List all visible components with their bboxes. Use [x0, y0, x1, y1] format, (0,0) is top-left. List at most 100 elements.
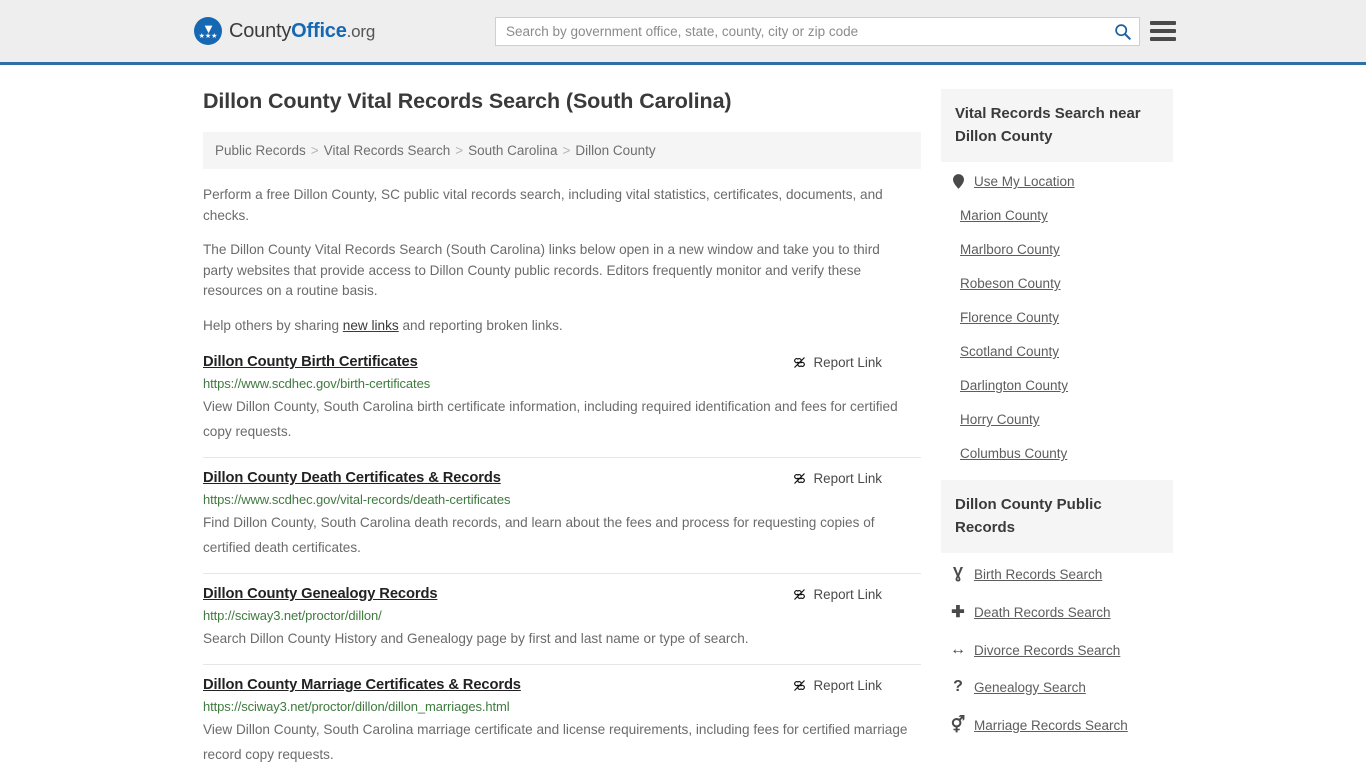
- result-header: Dillon County Death Certificates & Recor…: [203, 470, 921, 486]
- sidebar-public-records-link[interactable]: Death Records Search: [974, 605, 1111, 620]
- search-icon: [1114, 24, 1131, 40]
- sidebar-public-records-item[interactable]: ? Genealogy Search: [941, 678, 1173, 696]
- map-pin-icon: [951, 174, 965, 189]
- result-url: https://www.scdhec.gov/birth-certificate…: [203, 376, 431, 391]
- result-header: Dillon County Marriage Certificates & Re…: [203, 677, 921, 693]
- sidebar-public-records-link[interactable]: Marriage Records Search: [974, 718, 1128, 733]
- sidebar-nearby-link[interactable]: Robeson County: [960, 276, 1061, 291]
- sidebar-nearby-item[interactable]: Marion County: [941, 208, 1173, 223]
- brand-part-office: Office: [291, 19, 347, 42]
- broken-link-icon: [793, 589, 805, 600]
- sidebar-public-records-item[interactable]: ↔ Divorce Records Search: [941, 641, 1173, 659]
- page-title: Dillon County Vital Records Search (Sout…: [203, 89, 732, 113]
- broken-link-icon: [793, 680, 805, 691]
- sidebar-public-records-link[interactable]: Divorce Records Search: [974, 643, 1120, 658]
- sidebar-public-records-item[interactable]: ✚ Death Records Search: [941, 602, 1173, 622]
- sidebar-nearby-link[interactable]: Horry County: [960, 412, 1040, 427]
- sidebar-nearby-link[interactable]: Florence County: [960, 310, 1059, 325]
- sidebar-nearby-list: Use My Location Marion County Marlboro Cou…: [941, 162, 1173, 461]
- result-title-link[interactable]: Dillon County Death Certificates & Recor…: [203, 470, 501, 486]
- sidebar-nearby-link[interactable]: Darlington County: [960, 378, 1068, 393]
- sidebar-nearby-item[interactable]: Florence County: [941, 310, 1173, 325]
- sidebar: Vital Records Search near Dillon County …: [941, 89, 1173, 754]
- sidebar-nearby-item[interactable]: Use My Location: [941, 174, 1173, 189]
- sidebar-nearby-link[interactable]: Columbus County: [960, 446, 1067, 461]
- new-links-link[interactable]: new links: [343, 318, 399, 333]
- result-description: Find Dillon County, South Carolina death…: [203, 515, 875, 555]
- report-link-label: Report Link: [813, 587, 882, 602]
- result-title-link[interactable]: Dillon County Marriage Certificates & Re…: [203, 677, 521, 693]
- sidebar-public-records-list: Ɣ Birth Records Search ✚ Death Records Sear…: [941, 553, 1173, 735]
- breadcrumb-separator: >: [455, 143, 464, 158]
- help-line-after: and reporting broken links.: [398, 317, 563, 333]
- brand-wordmark: CountyOffice.org: [229, 20, 375, 43]
- report-link-button[interactable]: Report Link: [792, 678, 921, 693]
- cross-icon: ✚: [951, 604, 965, 621]
- search-input[interactable]: [496, 18, 1105, 45]
- broken-link-icon: [793, 473, 805, 484]
- result-item: Dillon County Death Certificates & Recor…: [203, 457, 921, 573]
- result-item: Dillon County Birth Certificates Report L…: [203, 350, 921, 457]
- search-button[interactable]: [1105, 18, 1139, 45]
- sidebar-nearby-item[interactable]: Scotland County: [941, 344, 1173, 359]
- left-right-arrow-icon: ↔: [950, 641, 966, 658]
- search-bar[interactable]: [495, 17, 1140, 46]
- intro-paragraph-2: The Dillon County Vital Records Search (…: [203, 242, 880, 298]
- breadcrumb-separator: >: [310, 143, 319, 158]
- sidebar-public-records-link[interactable]: Genealogy Search: [974, 680, 1086, 695]
- help-line-before: Help others by sharing: [203, 317, 343, 333]
- result-description: Search Dillon County History and Genealo…: [203, 631, 749, 646]
- breadcrumb-current: Dillon County: [575, 143, 656, 158]
- hamburger-menu-button[interactable]: [1150, 19, 1176, 43]
- sidebar-public-records-item[interactable]: Ɣ Birth Records Search: [941, 565, 1173, 583]
- sidebar-nearby-item[interactable]: Horry County: [941, 412, 1173, 427]
- hamburger-menu-icon-bar: [1150, 21, 1176, 25]
- sidebar-nearby-heading: Vital Records Search near Dillon County: [941, 89, 1173, 162]
- page-body: Dillon County Vital Records Search (Sout…: [0, 65, 1366, 768]
- sidebar-nearby-link[interactable]: Marion County: [960, 208, 1048, 223]
- sidebar-public-records-item[interactable]: ⚥ Marriage Records Search: [941, 715, 1173, 735]
- breadcrumb-link[interactable]: South Carolina: [468, 143, 557, 158]
- help-line: Help others by sharing new links and rep…: [203, 316, 909, 337]
- result-description: View Dillon County, South Carolina birth…: [203, 399, 898, 439]
- result-description: View Dillon County, South Carolina marri…: [203, 722, 908, 762]
- sidebar-nearby-link[interactable]: Scotland County: [960, 344, 1059, 359]
- result-url: https://sciway3.net/proctor/dillon/dillo…: [203, 699, 510, 714]
- breadcrumb-link[interactable]: Public Records: [215, 143, 306, 158]
- report-link-button[interactable]: Report Link: [792, 471, 921, 486]
- brand-part-county: County: [229, 19, 292, 42]
- breadcrumb-separator: >: [562, 143, 571, 158]
- sidebar-public-records-link[interactable]: Birth Records Search: [974, 567, 1102, 582]
- results-list: Dillon County Birth Certificates Report L…: [203, 350, 921, 768]
- result-title-link[interactable]: Dillon County Birth Certificates: [203, 354, 418, 370]
- report-link-button[interactable]: Report Link: [792, 355, 921, 370]
- hamburger-menu-icon-bar: [1150, 37, 1176, 41]
- result-url: http://sciway3.net/proctor/dillon/: [203, 608, 382, 623]
- hamburger-menu-icon-bar: [1150, 29, 1176, 33]
- site-logo[interactable]: ▼ ★★★ CountyOffice.org: [194, 17, 375, 45]
- breadcrumb-link[interactable]: Vital Records Search: [324, 143, 451, 158]
- baby-icon: Ɣ: [952, 565, 964, 582]
- result-url: https://www.scdhec.gov/vital-records/dea…: [203, 492, 511, 507]
- sidebar-card-nearby: Vital Records Search near Dillon County …: [941, 89, 1173, 461]
- question-mark-icon: ?: [953, 678, 963, 695]
- sidebar-nearby-item[interactable]: Marlboro County: [941, 242, 1173, 257]
- sidebar-nearby-item[interactable]: Darlington County: [941, 378, 1173, 393]
- result-header: Dillon County Genealogy Records Report Li…: [203, 586, 921, 602]
- sidebar-public-records-heading: Dillon County Public Records: [941, 480, 1173, 553]
- sidebar-nearby-item[interactable]: Columbus County: [941, 446, 1173, 461]
- sidebar-nearby-link[interactable]: Use My Location: [974, 174, 1075, 189]
- report-link-label: Report Link: [813, 355, 882, 370]
- sidebar-nearby-item[interactable]: Robeson County: [941, 276, 1173, 291]
- report-link-button[interactable]: Report Link: [792, 587, 921, 602]
- result-header: Dillon County Birth Certificates Report L…: [203, 354, 921, 370]
- broken-link-icon: [793, 357, 805, 368]
- result-title-link[interactable]: Dillon County Genealogy Records: [203, 586, 437, 602]
- sidebar-nearby-link[interactable]: Marlboro County: [960, 242, 1060, 257]
- result-item: Dillon County Marriage Certificates & Re…: [203, 664, 921, 768]
- breadcrumb: Public Records > Vital Records Search > Sout…: [203, 132, 921, 169]
- male-female-icon: ⚥: [950, 717, 966, 734]
- main-column: Dillon County Vital Records Search (Sout…: [193, 89, 921, 768]
- report-link-label: Report Link: [813, 678, 882, 693]
- brand-part-org: .org: [346, 21, 376, 41]
